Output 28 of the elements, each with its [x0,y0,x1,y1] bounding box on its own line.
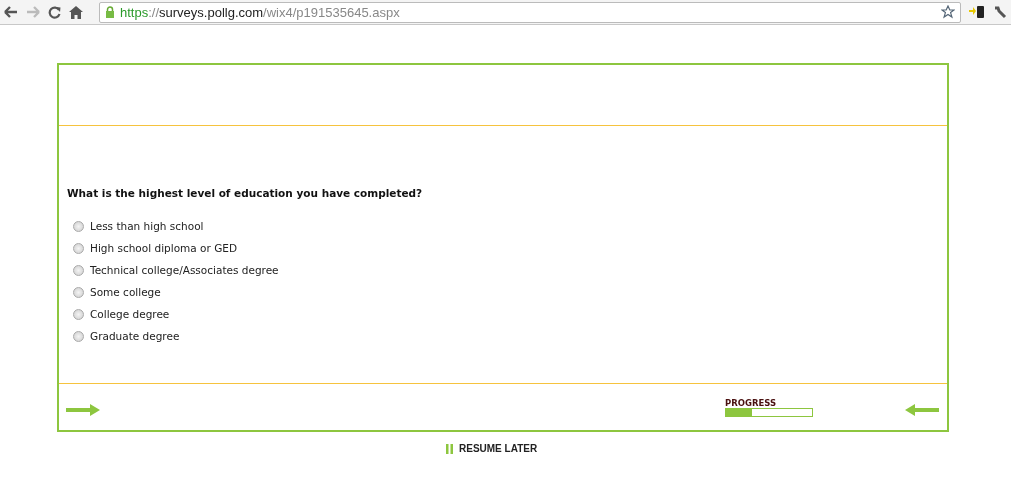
answer-option[interactable]: College degree [73,307,170,321]
address-bar[interactable]: https://surveys.pollg.com/wix4/p191535645.aspx [99,1,961,23]
radio-button[interactable] [73,286,84,298]
radio-button[interactable] [73,330,84,342]
radio-button[interactable] [73,308,84,320]
resume-later-button[interactable]: RESUME LATER [446,443,538,454]
star-icon[interactable] [941,5,955,19]
back-arrow-icon[interactable] [905,404,939,416]
next-arrow-icon[interactable] [66,404,100,416]
radio-button[interactable] [73,242,84,254]
answer-option[interactable]: Less than high school [73,219,204,233]
progress-label: PROGRESS [725,397,778,408]
home-icon[interactable] [69,5,83,19]
answer-option[interactable]: Graduate degree [73,329,180,343]
question-text: What is the highest level of education you have completed? [67,187,424,199]
url-text: https://surveys.pollg.com/wix4/p191535645.aspx [120,4,401,20]
radio-button[interactable] [73,264,84,276]
answer-option[interactable]: Technical college/Associates degree [73,263,279,277]
radio-button[interactable] [73,220,84,232]
back-icon[interactable] [4,6,18,18]
pause-icon [446,443,453,454]
wrench-icon[interactable] [993,5,1007,19]
reload-icon[interactable] [48,5,61,19]
answer-option[interactable]: Some college [73,285,161,299]
lock-icon [105,6,115,18]
phone-icon[interactable] [969,5,985,19]
answer-option[interactable]: High school diploma or GED [73,241,237,255]
forward-icon[interactable] [26,6,40,18]
